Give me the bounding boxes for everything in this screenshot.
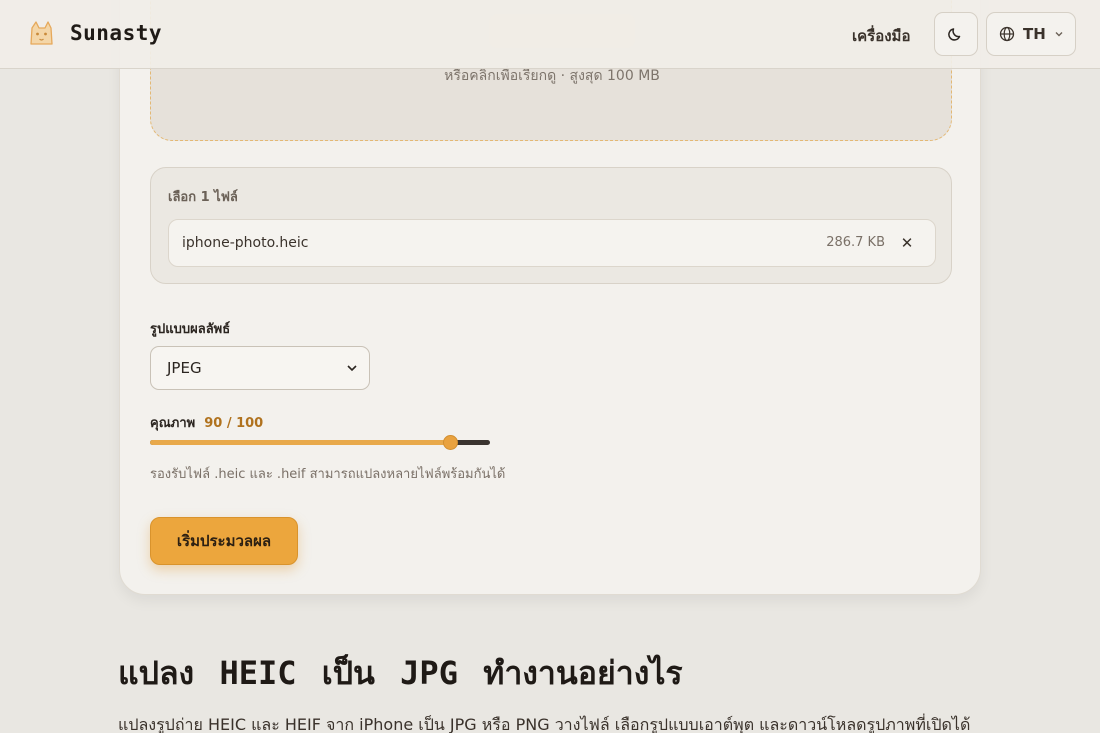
converter-card: หรือคลิกเพื่อเรียกดู · สูงสุด 100 MB เลื… xyxy=(119,0,981,595)
theme-toggle-button[interactable] xyxy=(934,12,978,56)
output-format-label: รูปแบบผลลัพธ์ xyxy=(150,322,231,337)
language-select-button[interactable]: TH xyxy=(986,12,1076,56)
file-size: 286.7 KB xyxy=(826,235,885,250)
brand-link[interactable]: Sunasty xyxy=(26,18,162,48)
quality-slider[interactable] xyxy=(150,433,490,451)
file-name: iphone-photo.heic xyxy=(182,235,309,251)
article-body: แปลงรูปถ่าย HEIC และ HEIF จาก iPhone เป็… xyxy=(118,715,971,733)
brand-name: Sunasty xyxy=(70,21,163,45)
quality-header: คุณภาพ 90 / 100 xyxy=(150,412,263,433)
quality-value: 90 / 100 xyxy=(204,416,264,431)
nav-tools-link[interactable]: เครื่องมือ xyxy=(852,24,910,48)
quality-slider-fill xyxy=(150,440,451,445)
start-processing-button[interactable]: เริ่มประมวลผล xyxy=(150,517,298,565)
selected-files-panel: เลือก 1 ไฟล์ iphone-photo.heic 286.7 KB … xyxy=(150,167,952,284)
article-title: แปลง HEIC เป็น JPG ทำงานอย่างไร xyxy=(118,654,683,692)
remove-file-icon[interactable]: ✕ xyxy=(897,232,917,254)
top-header: Sunasty เครื่องมือ TH xyxy=(0,0,1100,69)
file-list-item: iphone-photo.heic 286.7 KB ✕ xyxy=(168,219,936,267)
language-code: TH xyxy=(1023,25,1046,43)
moon-icon xyxy=(948,28,961,41)
cat-logo-icon xyxy=(30,21,53,45)
quality-slider-thumb[interactable] xyxy=(443,435,458,450)
selected-files-title: เลือก 1 ไฟล์ xyxy=(168,190,238,205)
quality-label: คุณภาพ xyxy=(150,416,196,431)
chevron-down-icon xyxy=(1055,32,1063,37)
output-format-value: JPEG xyxy=(167,359,202,377)
chevron-down-icon xyxy=(347,365,357,372)
output-format-select[interactable]: JPEG xyxy=(150,346,370,390)
supported-formats-help: รองรับไฟล์ .heic และ .heif สามารถแปลงหลา… xyxy=(150,467,506,482)
globe-icon xyxy=(999,26,1015,42)
